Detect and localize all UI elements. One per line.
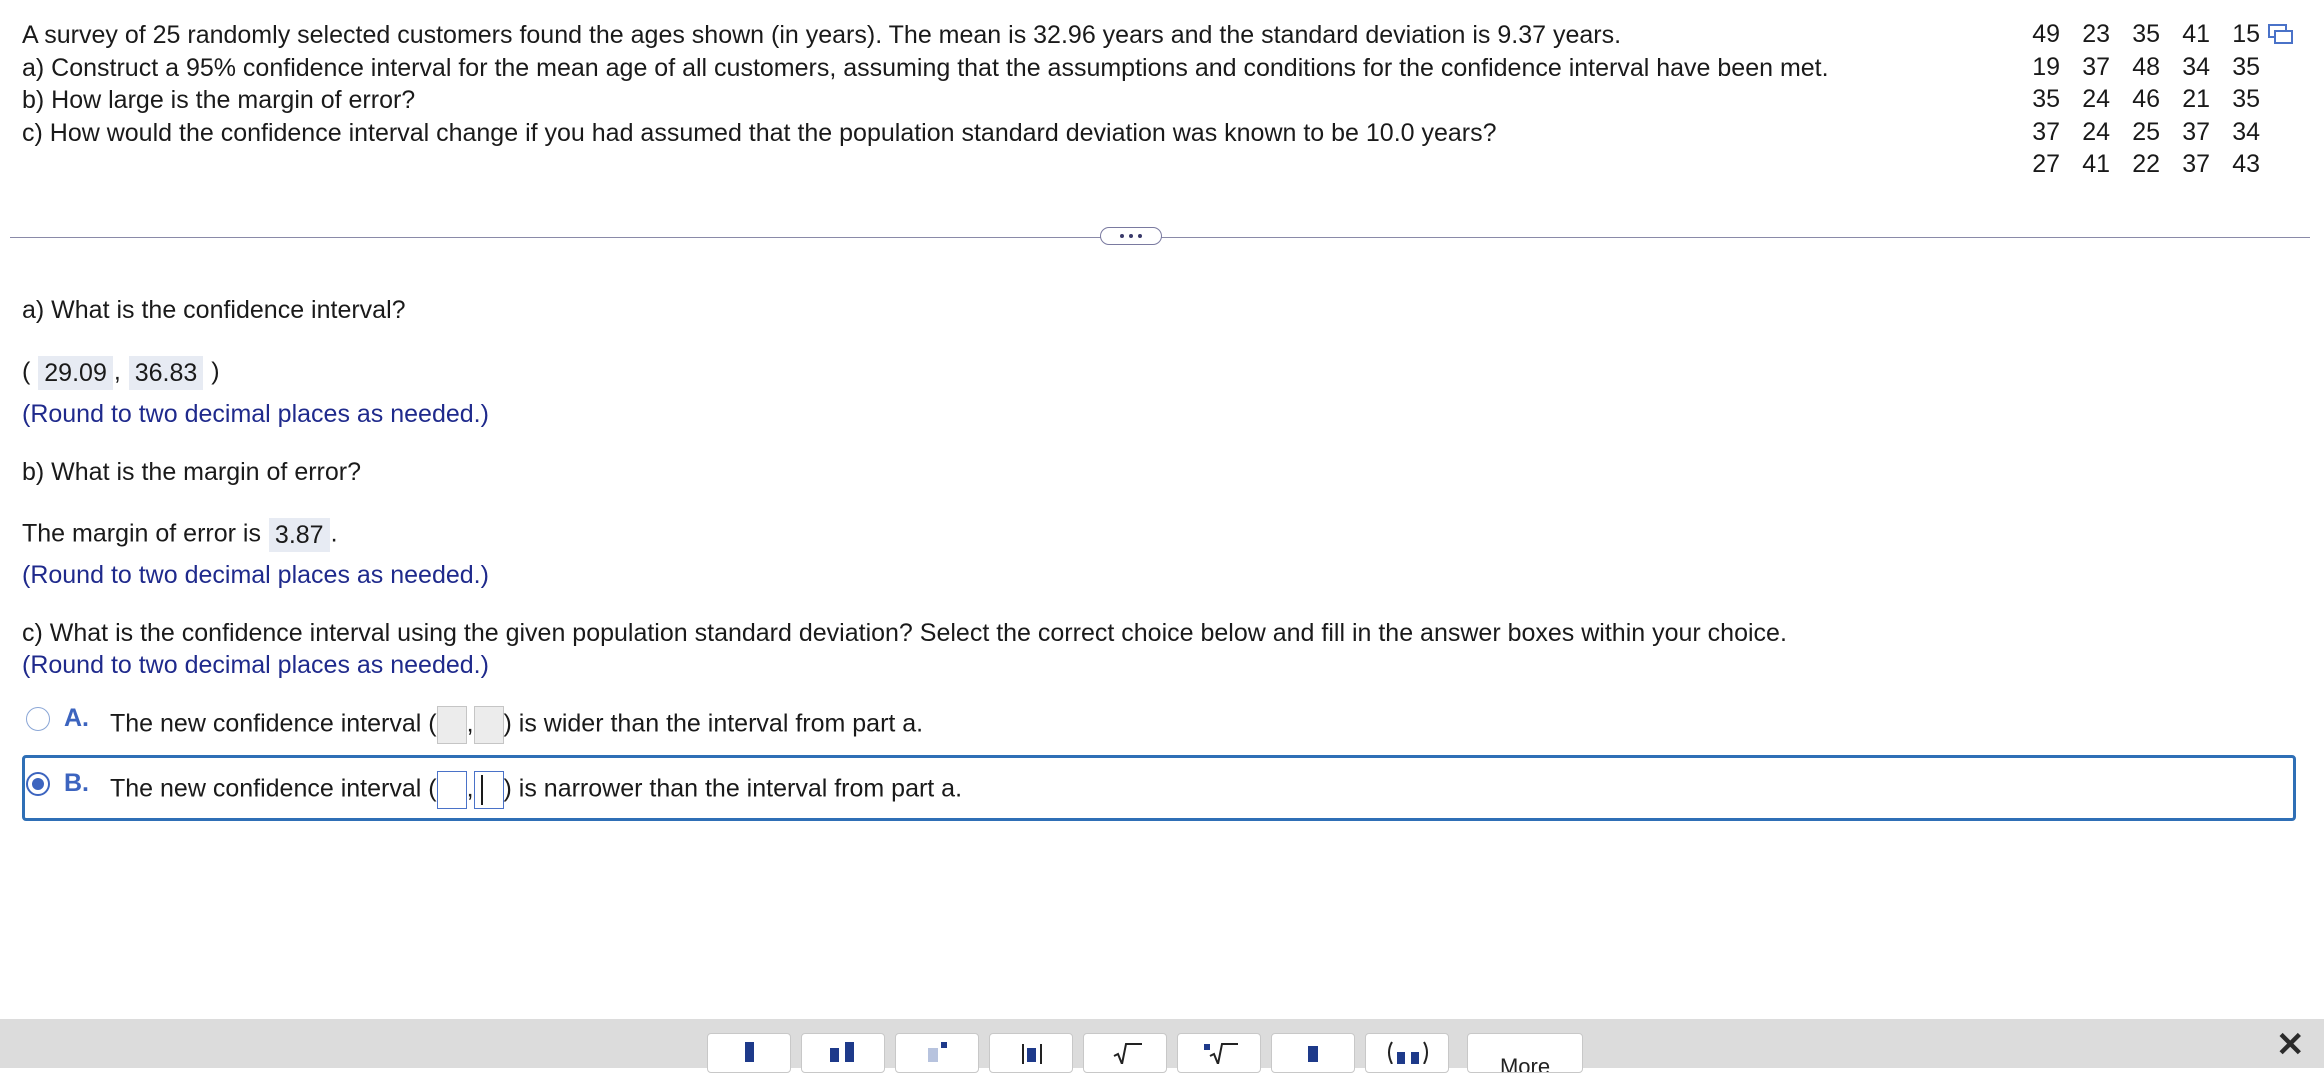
table-row: 35 24 46 21 35 xyxy=(2022,83,2260,116)
table-row: 27 41 22 37 43 xyxy=(2022,148,2260,181)
part-b-hint: (Round to two decimal places as needed.) xyxy=(22,561,489,589)
more-label: More xyxy=(1499,1054,1551,1073)
part-a-hint: (Round to two decimal places as needed.) xyxy=(22,400,489,428)
exponent-icon xyxy=(928,1048,938,1062)
comma: , xyxy=(466,709,474,738)
fraction-button[interactable] xyxy=(707,1033,791,1073)
table-cell: 37 xyxy=(2182,150,2210,179)
table-cell: 15 xyxy=(2232,20,2260,48)
table-cell: 35 xyxy=(2132,20,2160,48)
lower-bound-answer[interactable]: 29.09 xyxy=(38,356,113,390)
absolute-value-icon-part xyxy=(1027,1048,1036,1062)
table-cell: 35 xyxy=(2032,85,2060,114)
choice-a-suffix: ) is wider than the interval from part a… xyxy=(503,709,924,738)
choice-a-letter: A. xyxy=(64,704,89,732)
table-cell: 37 xyxy=(2082,52,2110,81)
table-cell: 34 xyxy=(2182,52,2210,81)
nth-root-button[interactable] xyxy=(1177,1033,1261,1073)
interval-button[interactable] xyxy=(1365,1033,1449,1073)
table-cell: 35 xyxy=(2232,85,2260,114)
absolute-value-button[interactable] xyxy=(989,1033,1073,1073)
problem-statement: A survey of 25 randomly selected custome… xyxy=(22,19,1829,149)
choice-b-radio[interactable] xyxy=(26,772,50,796)
table-cell: 24 xyxy=(2082,117,2110,146)
interval-icon xyxy=(1388,1041,1428,1064)
part-c-hint: (Round to two decimal places as needed.) xyxy=(22,651,489,679)
math-toolbar: More xyxy=(0,1019,2324,1073)
choice-b-text: The new confidence interval (, ) is narro… xyxy=(110,771,962,809)
exponent-icon-part xyxy=(941,1042,947,1048)
choice-a-upper-input[interactable] xyxy=(473,706,504,744)
table-row: 19 37 48 34 35 xyxy=(2022,51,2260,84)
choice-a-text: The new confidence interval (, ) is wider… xyxy=(110,706,923,744)
choice-a-radio[interactable] xyxy=(26,707,50,731)
table-cell: 27 xyxy=(2032,150,2060,179)
text-cursor xyxy=(480,775,483,805)
table-cell: 46 xyxy=(2132,85,2160,114)
dot-icon xyxy=(1138,234,1142,238)
close-icon[interactable]: ✕ xyxy=(2276,1028,2306,1062)
table-cell: 49 xyxy=(2032,20,2060,48)
ages-data-table: 49 23 35 41 15 19 37 48 34 35 35 24 46 2… xyxy=(2022,18,2260,181)
table-cell: 23 xyxy=(2082,20,2110,48)
table-cell: 37 xyxy=(2032,117,2060,146)
upper-bound-answer[interactable]: 36.83 xyxy=(128,356,204,390)
dot-icon xyxy=(1120,234,1124,238)
table-row: 37 24 25 37 34 xyxy=(2022,116,2260,149)
expand-button[interactable] xyxy=(1100,227,1162,245)
choice-b-upper-input[interactable] xyxy=(473,771,504,809)
choice-a-lower-input[interactable] xyxy=(436,706,467,744)
part-b-question: b) What is the margin of error? xyxy=(22,458,362,486)
margin-prefix: The margin of error is xyxy=(22,519,261,548)
part-a-answer: ( 29.09, 36.83 ) xyxy=(22,356,220,390)
absolute-value-icon xyxy=(1022,1044,1024,1064)
part-b-answer: The margin of error is 3.87. xyxy=(22,518,338,552)
decimal-button[interactable] xyxy=(1271,1033,1355,1073)
table-cell: 43 xyxy=(2232,150,2260,179)
absolute-value-icon-part xyxy=(1040,1044,1042,1064)
table-row: 49 23 35 41 15 xyxy=(2022,18,2260,51)
table-cell: 21 xyxy=(2182,85,2210,114)
dot-icon xyxy=(1129,234,1133,238)
choice-b-lower-input[interactable] xyxy=(436,771,467,809)
mixed-number-icon xyxy=(830,1048,839,1062)
choice-b-letter: B. xyxy=(64,769,89,797)
part-c-question: c) What is the confidence interval using… xyxy=(22,619,1787,647)
table-cell: 34 xyxy=(2232,117,2260,146)
period: . xyxy=(330,519,338,548)
nth-root-icon xyxy=(1204,1043,1238,1064)
copy-data-icon[interactable] xyxy=(2268,22,2294,46)
table-cell: 35 xyxy=(2232,52,2260,81)
square-root-icon xyxy=(1113,1043,1142,1064)
table-cell: 19 xyxy=(2032,52,2060,81)
problem-line: b) How large is the margin of error? xyxy=(22,86,416,114)
exponent-button[interactable] xyxy=(895,1033,979,1073)
part-a-question: a) What is the confidence interval? xyxy=(22,296,406,324)
margin-of-error-answer[interactable]: 3.87 xyxy=(268,518,330,552)
choice-b-prefix: The new confidence interval ( xyxy=(110,774,437,803)
mixed-number-button[interactable] xyxy=(801,1033,885,1073)
choice-a-prefix: The new confidence interval ( xyxy=(110,709,437,738)
close-paren: ) xyxy=(211,357,220,386)
comma: , xyxy=(466,774,474,803)
open-paren: ( xyxy=(22,357,31,386)
problem-line: a) Construct a 95% confidence interval f… xyxy=(22,53,1829,82)
problem-line: c) How would the confidence interval cha… xyxy=(22,118,1497,147)
fraction-icon xyxy=(745,1042,754,1062)
table-cell: 25 xyxy=(2132,117,2160,146)
more-button[interactable]: More xyxy=(1467,1033,1583,1073)
table-cell: 41 xyxy=(2182,20,2210,48)
table-cell: 24 xyxy=(2082,85,2110,114)
comma: , xyxy=(113,357,121,386)
table-cell: 22 xyxy=(2132,150,2160,179)
table-cell: 48 xyxy=(2132,52,2160,81)
table-cell: 41 xyxy=(2082,150,2110,179)
decimal-icon xyxy=(1308,1046,1318,1062)
problem-line: A survey of 25 randomly selected custome… xyxy=(22,21,1622,49)
square-root-button[interactable] xyxy=(1083,1033,1167,1073)
choice-b-suffix: ) is narrower than the interval from par… xyxy=(503,774,963,803)
table-cell: 37 xyxy=(2182,117,2210,146)
mixed-number-icon-part xyxy=(845,1042,854,1062)
